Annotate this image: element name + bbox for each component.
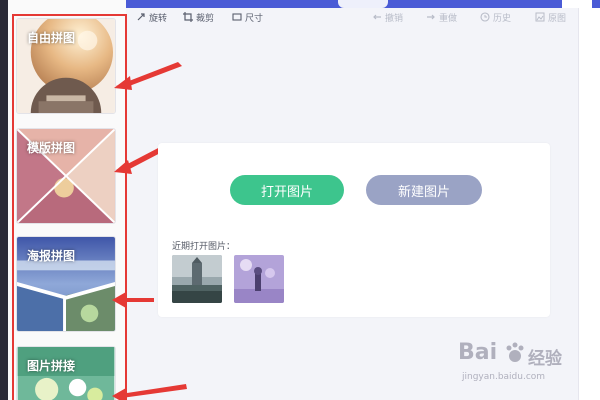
recent-images-label: 近期打开图片： <box>172 242 236 252</box>
paw-icon <box>506 342 524 362</box>
image-icon <box>535 12 545 22</box>
rotate-icon <box>137 13 145 21</box>
recent-image-1[interactable] <box>172 255 222 303</box>
card-label-template-collage: 模版拼图 <box>27 141 76 155</box>
header-tab[interactable] <box>338 0 388 8</box>
left-window-edge <box>0 0 8 400</box>
watermark-brand-2: 经验 <box>528 349 562 369</box>
sidebar-card-free-collage[interactable]: 自由拼图 <box>16 18 116 114</box>
undo-icon <box>373 14 381 20</box>
rotate-tool[interactable]: 旋转 <box>136 10 167 24</box>
sidebar-card-image-stitch[interactable]: 图片拼接 <box>16 346 116 400</box>
sidebar-card-template-collage[interactable]: 模版拼图 <box>16 128 116 224</box>
undo-label: 撤销 <box>385 13 404 24</box>
original-tool[interactable]: 原图 <box>535 10 566 24</box>
rotate-label: 旋转 <box>149 13 168 24</box>
baidu-watermark-logo: Bai 经验 jingyan.baidu.com <box>454 336 574 386</box>
sidebar-card-poster-collage[interactable]: 海报拼图 <box>16 236 116 332</box>
size-icon <box>232 13 242 21</box>
new-image-button[interactable]: 新建图片 <box>366 175 482 205</box>
watermark-url: jingyan.baidu.com <box>462 372 546 382</box>
crop-icon <box>183 12 193 22</box>
redo-tool[interactable]: 重做 <box>426 10 457 24</box>
recent-image-2-thumbnail <box>234 255 284 303</box>
crop-tool[interactable]: 裁剪 <box>183 10 214 24</box>
recent-image-2[interactable] <box>234 255 284 303</box>
redo-label: 重做 <box>439 13 458 24</box>
start-panel: 打开图片 新建图片 近期打开图片： <box>158 143 550 317</box>
card-label-poster-collage: 海报拼图 <box>27 249 76 263</box>
open-image-button[interactable]: 打开图片 <box>230 175 344 205</box>
recent-image-1-thumbnail <box>172 255 222 303</box>
undo-tool[interactable]: 撤销 <box>372 10 403 24</box>
annotation-arrow-4 <box>112 384 187 400</box>
watermark-brand: Bai <box>458 340 498 365</box>
history-icon <box>480 12 490 22</box>
toolbar: 旋转 裁剪 尺寸 撤销 重做 历史 原图 <box>130 8 578 26</box>
card-label-free-collage: 自由拼图 <box>27 31 76 45</box>
header-corner-button[interactable] <box>562 0 592 8</box>
annotation-arrow-1 <box>114 62 182 90</box>
redo-icon <box>427 14 435 20</box>
original-label: 原图 <box>548 13 567 24</box>
right-scroll-area <box>578 8 600 400</box>
size-tool[interactable]: 尺寸 <box>232 10 263 24</box>
crop-label: 裁剪 <box>196 13 215 24</box>
history-tool[interactable]: 历史 <box>480 10 511 24</box>
history-label: 历史 <box>493 13 512 24</box>
card-label-image-stitch: 图片拼接 <box>27 359 76 373</box>
size-label: 尺寸 <box>245 13 264 24</box>
